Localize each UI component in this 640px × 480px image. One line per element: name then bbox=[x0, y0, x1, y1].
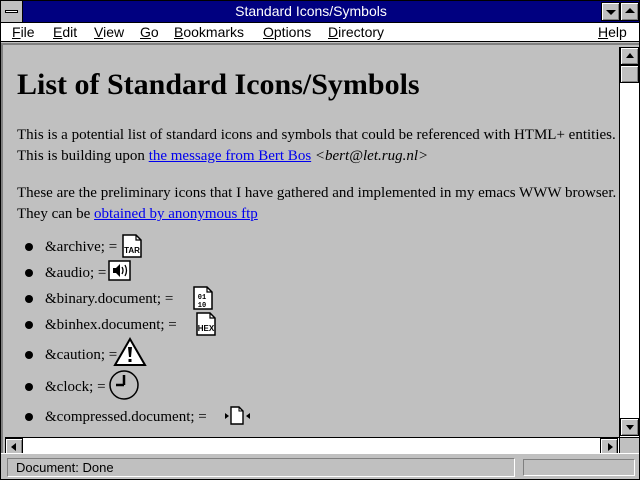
content-frame: List of Standard Icons/Symbols This is a… bbox=[1, 43, 639, 455]
menu-directory-accel: D bbox=[328, 24, 339, 40]
minimize-button[interactable] bbox=[601, 2, 620, 21]
menu-file-label: ile bbox=[20, 24, 35, 40]
menu-options-label: ptions bbox=[273, 24, 312, 40]
menu-edit-label: dit bbox=[62, 24, 78, 40]
document-view: List of Standard Icons/Symbols This is a… bbox=[5, 47, 619, 437]
menu-directory[interactable]: Directory bbox=[328, 24, 384, 41]
binhex-document-icon: HEX bbox=[196, 312, 216, 336]
browser-window: Standard Icons/Symbols File Edit View Go… bbox=[0, 0, 640, 480]
menu-file[interactable]: File bbox=[12, 24, 35, 41]
entity-label: &binhex.document; = bbox=[45, 317, 177, 333]
audio-icon bbox=[108, 260, 131, 281]
menu-bookmarks[interactable]: Bookmarks bbox=[174, 24, 244, 41]
ftp-link[interactable]: obtained by anonymous ftp bbox=[94, 206, 258, 222]
arrow-left-icon bbox=[11, 443, 16, 451]
scroll-up-button[interactable] bbox=[620, 47, 639, 65]
vertical-scrollbar[interactable] bbox=[619, 47, 639, 437]
menu-edit[interactable]: Edit bbox=[53, 24, 77, 41]
maximize-button[interactable] bbox=[620, 2, 639, 21]
menu-help-label: elp bbox=[608, 24, 627, 40]
menu-edit-accel: E bbox=[53, 24, 63, 40]
entity-label: &audio; = bbox=[45, 265, 107, 281]
bullet-icon bbox=[25, 321, 33, 329]
entity-label: &caution; = bbox=[45, 347, 118, 363]
menu-view-accel: V bbox=[94, 24, 104, 40]
page-heading: List of Standard Icons/Symbols bbox=[17, 68, 420, 101]
entity-label: &clock; = bbox=[45, 379, 106, 395]
compressed-document-icon bbox=[225, 406, 250, 425]
menu-go[interactable]: Go bbox=[140, 24, 159, 41]
menu-help-accel: H bbox=[598, 24, 609, 40]
bullet-icon bbox=[25, 295, 33, 303]
menu-go-accel: G bbox=[140, 24, 151, 40]
arrow-right-icon bbox=[608, 443, 613, 451]
menu-directory-label: irectory bbox=[338, 24, 385, 40]
binary-document-icon: 01 10 bbox=[193, 286, 213, 310]
intro-paragraph: This is a potential list of standard ico… bbox=[17, 125, 617, 167]
bullet-icon bbox=[25, 269, 33, 277]
bert-email: <bert@let.rug.nl> bbox=[314, 148, 429, 164]
entity-label: &archive; = bbox=[45, 239, 118, 255]
archive-icon: TAR bbox=[122, 234, 142, 258]
window-title: Standard Icons/Symbols bbox=[235, 3, 387, 19]
entity-label: &binary.document; = bbox=[45, 291, 174, 307]
system-menu-button[interactable] bbox=[1, 1, 23, 22]
caution-icon bbox=[113, 337, 147, 366]
vertical-scroll-thumb[interactable] bbox=[620, 65, 639, 83]
status-text: Document: Done bbox=[7, 458, 515, 477]
minimize-icon bbox=[606, 10, 616, 15]
scroll-down-button[interactable] bbox=[620, 418, 639, 436]
status-bar: Document: Done bbox=[1, 453, 639, 479]
menu-view[interactable]: View bbox=[94, 24, 124, 41]
menu-options[interactable]: Options bbox=[263, 24, 311, 41]
progress-indicator bbox=[523, 459, 635, 476]
menu-bookmarks-accel: B bbox=[174, 24, 184, 40]
arrow-up-icon bbox=[626, 53, 634, 58]
title-bar[interactable]: Standard Icons/Symbols bbox=[1, 1, 639, 23]
menu-bookmarks-label: ookmarks bbox=[183, 24, 245, 40]
bullet-icon bbox=[25, 383, 33, 391]
bullet-icon bbox=[25, 413, 33, 421]
system-menu-icon bbox=[5, 10, 18, 13]
menu-options-accel: O bbox=[263, 24, 274, 40]
archive-icon-text: TAR bbox=[124, 246, 140, 255]
binhex-icon-text: HEX bbox=[198, 324, 215, 333]
bullet-icon bbox=[25, 243, 33, 251]
arrow-down-icon bbox=[626, 425, 634, 430]
maximize-icon bbox=[625, 8, 635, 13]
menu-view-label: iew bbox=[103, 24, 125, 40]
menu-file-accel: F bbox=[12, 24, 21, 40]
binary-icon-text: 01 10 bbox=[198, 294, 206, 310]
menu-bar: File Edit View Go Bookmarks Options Dire… bbox=[1, 23, 639, 42]
menu-go-label: o bbox=[150, 24, 159, 40]
entity-label: &compressed.document; = bbox=[45, 409, 207, 425]
prelim-paragraph: These are the preliminary icons that I h… bbox=[17, 183, 617, 225]
bert-bos-message-link[interactable]: the message from Bert Bos bbox=[149, 148, 311, 164]
bullet-icon bbox=[25, 351, 33, 359]
menu-help[interactable]: Help bbox=[598, 24, 627, 41]
clock-icon bbox=[109, 370, 139, 400]
